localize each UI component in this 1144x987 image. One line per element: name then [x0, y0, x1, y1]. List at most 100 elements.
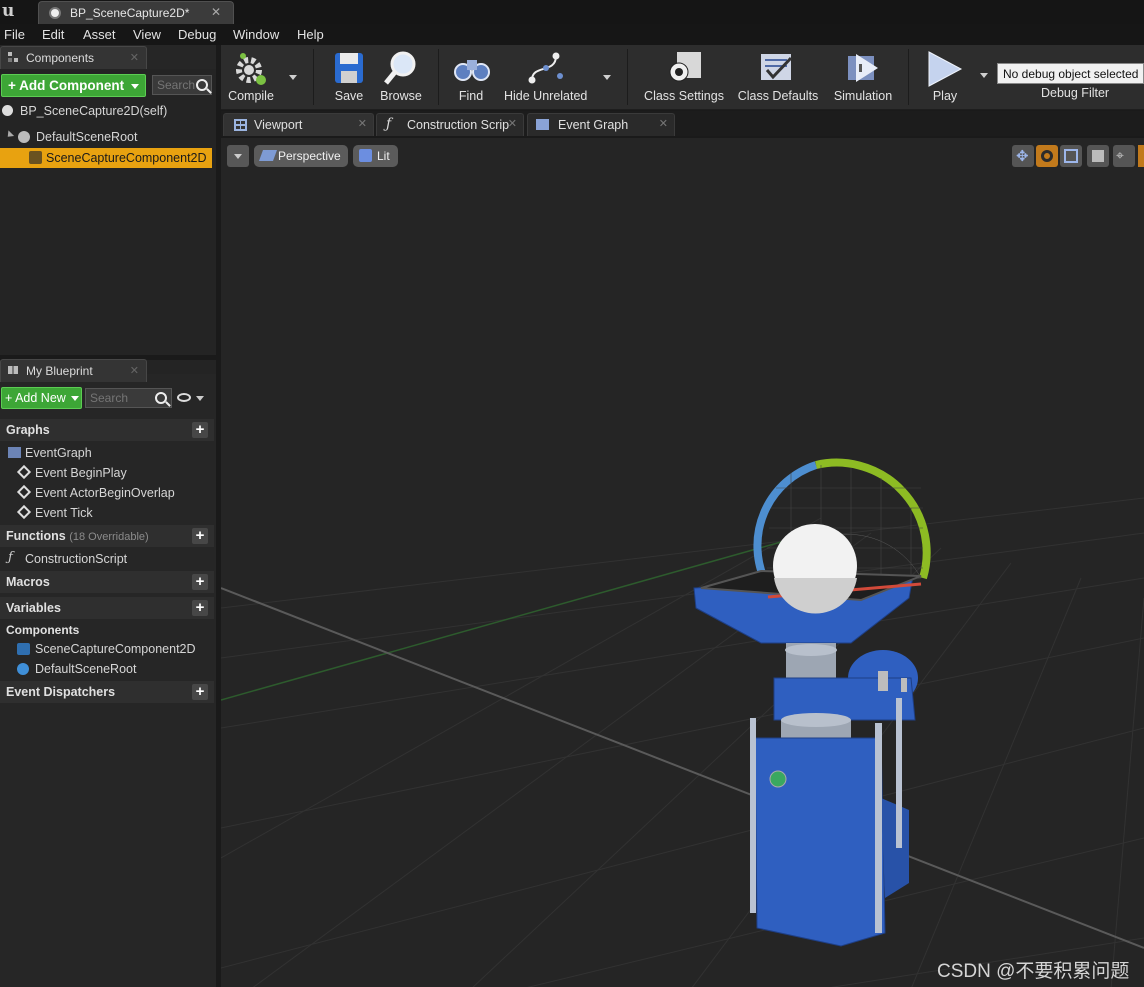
scene-capture-icon — [29, 151, 42, 164]
event-label: Event Tick — [35, 506, 93, 520]
close-tab-icon[interactable]: ✕ — [130, 51, 139, 64]
my-blueprint-tab-label: My Blueprint — [26, 364, 93, 378]
add-graph-icon[interactable]: + — [192, 422, 208, 438]
browse-label: Browse — [380, 89, 422, 103]
menu-view[interactable]: View — [133, 27, 161, 42]
viewport[interactable]: Perspective Lit ✥ ⌖ CSDN @不要积累问题 — [221, 136, 1144, 987]
tree-item-scene-capture[interactable]: SceneCaptureComponent2D — [0, 148, 212, 168]
menu-file[interactable]: File — [4, 27, 25, 42]
local-world-toggle-button[interactable] — [1087, 145, 1109, 167]
document-tab[interactable]: BP_SceneCapture2D* ✕ — [38, 1, 234, 24]
class-defaults-icon — [761, 54, 793, 80]
rotate-icon — [1041, 150, 1053, 162]
tab-construction-script[interactable]: ƒ Construction Scrip ✕ — [376, 113, 524, 136]
close-tab-icon[interactable]: ✕ — [358, 117, 367, 130]
functions-section[interactable]: Functions (18 Overridable) + — [0, 525, 214, 547]
eye-icon[interactable] — [177, 393, 191, 402]
rotate-mode-button[interactable] — [1036, 145, 1058, 167]
browse-button[interactable]: Browse — [375, 45, 427, 110]
scene-root-icon — [17, 663, 29, 675]
menu-edit[interactable]: Edit — [42, 27, 64, 42]
tree-item-default-scene-root[interactable]: DefaultSceneRoot — [0, 127, 214, 147]
menu-debug[interactable]: Debug — [178, 27, 216, 42]
construction-script-item[interactable]: ƒ ConstructionScript — [0, 549, 214, 569]
event-label: Event BeginPlay — [35, 466, 127, 480]
hide-unrelated-button[interactable]: Hide Unrelated — [504, 45, 587, 110]
debug-object-select[interactable]: No debug object selected — [997, 63, 1144, 84]
macros-section[interactable]: Macros + — [0, 571, 214, 593]
translate-mode-button[interactable]: ✥ — [1012, 145, 1034, 167]
save-icon — [335, 53, 363, 83]
event-item[interactable]: Event ActorBeginOverlap — [0, 483, 214, 503]
simulation-button[interactable]: Simulation — [830, 45, 896, 110]
menu-help[interactable]: Help — [297, 27, 324, 42]
tab-construction-script-label: Construction Scrip — [407, 118, 510, 132]
surface-snapping-button[interactable]: ⌖ — [1113, 145, 1135, 167]
snap-icon: ⌖ — [1116, 147, 1124, 163]
event-item[interactable]: Event Tick — [0, 503, 214, 523]
event-item[interactable]: Event BeginPlay — [0, 463, 214, 483]
event-graph-item[interactable]: EventGraph — [0, 443, 214, 463]
close-tab-icon[interactable]: ✕ — [211, 5, 221, 19]
play-options-dropdown-icon[interactable] — [980, 73, 988, 78]
add-function-icon[interactable]: + — [192, 528, 208, 544]
simulation-label: Simulation — [833, 89, 893, 103]
play-button[interactable]: Play — [921, 45, 969, 110]
view-options-dropdown-icon[interactable] — [196, 396, 204, 401]
blueprint-asset-icon — [49, 7, 61, 19]
close-tab-icon[interactable]: ✕ — [508, 117, 517, 130]
tree-item-label: DefaultSceneRoot — [36, 130, 138, 144]
chevron-down-icon — [71, 396, 79, 401]
components-tab[interactable]: Components ✕ — [0, 46, 147, 69]
menu-asset[interactable]: Asset — [83, 27, 116, 42]
event-dispatchers-header: Event Dispatchers — [6, 685, 116, 699]
find-button[interactable]: Find — [449, 45, 493, 110]
compile-options-dropdown-icon[interactable] — [289, 75, 297, 80]
watermark: CSDN @不要积累问题 — [937, 961, 1130, 982]
event-icon — [16, 464, 32, 480]
class-settings-icon — [669, 52, 701, 82]
scale-mode-button[interactable] — [1060, 145, 1082, 167]
add-macro-icon[interactable]: + — [192, 574, 208, 590]
lit-button[interactable]: Lit — [353, 145, 398, 167]
add-component-button[interactable]: + Add Component — [1, 74, 146, 97]
class-settings-button[interactable]: Class Settings — [641, 45, 727, 110]
close-tab-icon[interactable]: ✕ — [659, 117, 668, 130]
add-dispatcher-icon[interactable]: + — [192, 684, 208, 700]
lit-label: Lit — [377, 149, 390, 163]
viewport-icon — [234, 119, 247, 131]
tab-event-graph[interactable]: Event Graph ✕ — [527, 113, 675, 136]
function-icon: ƒ — [386, 116, 392, 132]
event-icon — [16, 484, 32, 500]
graphs-section[interactable]: Graphs + — [0, 419, 214, 441]
close-tab-icon[interactable]: ✕ — [130, 364, 139, 377]
class-defaults-button[interactable]: Class Defaults — [733, 45, 823, 110]
component-variable-item[interactable]: SceneCaptureComponent2D — [0, 639, 214, 659]
debug-filter-label: Debug Filter — [1041, 86, 1110, 100]
event-dispatchers-section[interactable]: Event Dispatchers + — [0, 681, 214, 703]
variables-section[interactable]: Variables + — [0, 597, 214, 619]
component-variable-item[interactable]: DefaultSceneRoot — [0, 659, 214, 679]
viewport-options-dropdown[interactable] — [227, 145, 249, 167]
hide-unrelated-dropdown-icon[interactable] — [603, 75, 611, 80]
scale-icon — [1064, 149, 1078, 163]
compile-button[interactable]: Compile — [221, 45, 281, 110]
tab-viewport-label: Viewport — [254, 118, 303, 132]
self-row[interactable]: BP_SceneCapture2D(self) — [0, 101, 214, 121]
tab-viewport[interactable]: Viewport ✕ — [223, 113, 374, 136]
my-blueprint-tab[interactable]: My Blueprint ✕ — [0, 359, 147, 382]
play-icon — [928, 51, 963, 87]
add-new-button[interactable]: + Add New — [1, 387, 82, 409]
grid-snap-toggle[interactable] — [1138, 145, 1144, 167]
tree-item-label: SceneCaptureComponent2D — [46, 151, 207, 165]
components-header: Components — [6, 623, 80, 637]
perspective-button[interactable]: Perspective — [254, 145, 348, 167]
add-variable-icon[interactable]: + — [192, 600, 208, 616]
save-button[interactable]: Save — [329, 45, 369, 110]
menu-window[interactable]: Window — [233, 27, 279, 42]
title-bar: u BP_SceneCapture2D* ✕ — [0, 0, 1144, 24]
graph-icon — [8, 447, 21, 458]
add-new-label: + Add New — [5, 391, 66, 405]
components-section[interactable]: Components — [0, 621, 214, 639]
event-graph-label: EventGraph — [25, 446, 92, 460]
